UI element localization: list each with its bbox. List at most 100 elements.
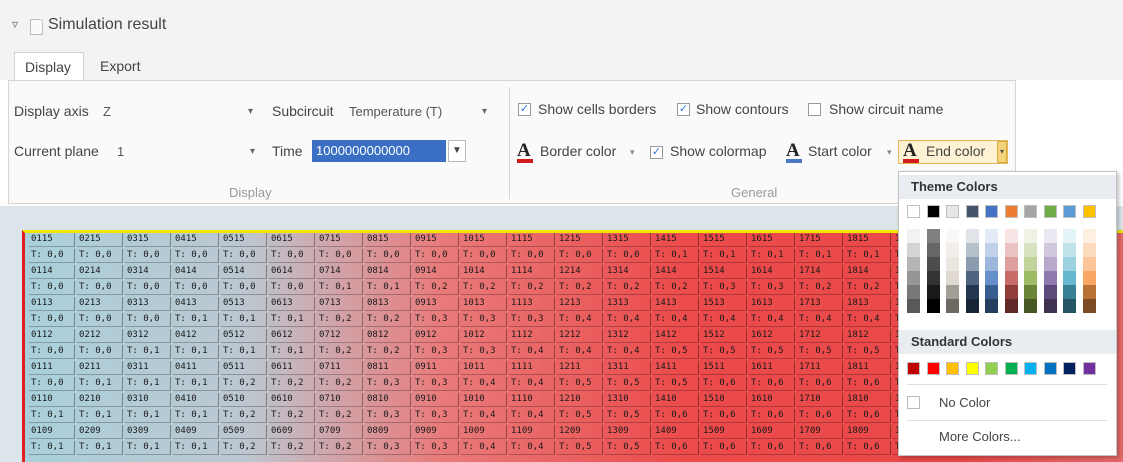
theme-shade-swatch[interactable]	[926, 271, 940, 285]
theme-shade-swatch[interactable]	[965, 243, 979, 257]
theme-shade-swatch[interactable]	[1063, 299, 1076, 313]
theme-shade-swatch[interactable]	[946, 257, 959, 271]
theme-shade-swatch[interactable]	[1082, 285, 1096, 299]
end-color-icon[interactable]: A	[903, 141, 919, 163]
standard-color-swatch[interactable]	[1004, 362, 1018, 375]
theme-color-swatch[interactable]	[946, 205, 959, 218]
theme-color-swatch[interactable]	[1024, 205, 1037, 218]
theme-shade-swatch[interactable]	[965, 229, 979, 243]
standard-color-swatch[interactable]	[946, 362, 959, 375]
border-color-button[interactable]: Border color	[540, 143, 616, 159]
theme-shade-swatch[interactable]	[985, 271, 998, 285]
tab-display[interactable]: Display	[14, 52, 84, 80]
theme-shade-swatch[interactable]	[1082, 243, 1096, 257]
display-axis-select[interactable]: Z ▾	[98, 101, 260, 123]
theme-shade-swatch[interactable]	[985, 299, 998, 313]
standard-color-swatch[interactable]	[1063, 362, 1076, 375]
theme-shade-swatch[interactable]	[1082, 299, 1096, 313]
theme-color-swatch[interactable]	[985, 205, 998, 218]
theme-shade-swatch[interactable]	[1024, 271, 1037, 285]
theme-shade-swatch[interactable]	[1043, 271, 1057, 285]
theme-color-swatch[interactable]	[1043, 205, 1057, 218]
theme-shade-swatch[interactable]	[1024, 299, 1037, 313]
theme-shade-swatch[interactable]	[1082, 271, 1096, 285]
theme-shade-swatch[interactable]	[1063, 243, 1076, 257]
theme-color-swatch[interactable]	[1063, 205, 1076, 218]
theme-shade-swatch[interactable]	[907, 299, 920, 313]
theme-shade-swatch[interactable]	[985, 285, 998, 299]
theme-shade-swatch[interactable]	[1024, 229, 1037, 243]
end-color-button[interactable]: End color	[926, 143, 985, 159]
end-color-dropdown[interactable]: ▾	[997, 141, 1007, 163]
time-dropdown-button[interactable]: ▼	[448, 140, 466, 162]
no-color-option[interactable]: No Color	[939, 395, 990, 410]
theme-shade-swatch[interactable]	[907, 229, 920, 243]
standard-color-swatch[interactable]	[1043, 362, 1057, 375]
theme-color-swatch[interactable]	[1004, 205, 1018, 218]
theme-shade-swatch[interactable]	[985, 229, 998, 243]
theme-shade-swatch[interactable]	[907, 271, 920, 285]
show-cells-borders-checkbox[interactable]: ✓	[518, 103, 531, 116]
theme-shade-swatch[interactable]	[1024, 257, 1037, 271]
theme-shade-swatch[interactable]	[965, 257, 979, 271]
standard-color-swatch[interactable]	[965, 362, 979, 375]
theme-shade-swatch[interactable]	[1004, 243, 1018, 257]
theme-color-swatch[interactable]	[907, 205, 920, 218]
theme-shade-swatch[interactable]	[907, 285, 920, 299]
theme-shade-swatch[interactable]	[907, 257, 920, 271]
theme-shade-swatch[interactable]	[965, 285, 979, 299]
show-colormap-checkbox[interactable]: ✓	[650, 146, 663, 159]
chevron-down-icon[interactable]: ▾	[887, 147, 892, 158]
theme-shade-swatch[interactable]	[1043, 229, 1057, 243]
theme-shade-swatch[interactable]	[965, 299, 979, 313]
theme-shade-swatch[interactable]	[907, 243, 920, 257]
tab-export[interactable]: Export	[90, 52, 160, 80]
border-color-icon[interactable]: A	[517, 141, 533, 163]
standard-color-swatch[interactable]	[1082, 362, 1096, 375]
theme-shade-swatch[interactable]	[926, 257, 940, 271]
theme-shade-swatch[interactable]	[985, 243, 998, 257]
theme-shade-swatch[interactable]	[1024, 285, 1037, 299]
theme-shade-swatch[interactable]	[1004, 229, 1018, 243]
theme-shade-swatch[interactable]	[1082, 257, 1096, 271]
show-contours-checkbox[interactable]: ✓	[677, 103, 690, 116]
show-circuit-name-checkbox[interactable]	[808, 103, 821, 116]
pin-icon[interactable]: ▿	[12, 17, 18, 31]
theme-shade-swatch[interactable]	[1004, 257, 1018, 271]
theme-color-swatch[interactable]	[926, 205, 940, 218]
more-colors-option[interactable]: More Colors...	[939, 429, 1021, 444]
standard-color-swatch[interactable]	[926, 362, 940, 375]
theme-shade-swatch[interactable]	[1004, 285, 1018, 299]
theme-shade-swatch[interactable]	[1024, 243, 1037, 257]
theme-shade-swatch[interactable]	[1043, 243, 1057, 257]
start-color-icon[interactable]: A	[786, 141, 802, 163]
theme-shade-swatch[interactable]	[1004, 271, 1018, 285]
theme-shade-swatch[interactable]	[1063, 271, 1076, 285]
theme-shade-swatch[interactable]	[926, 285, 940, 299]
theme-shade-swatch[interactable]	[946, 271, 959, 285]
chevron-down-icon[interactable]: ▾	[630, 147, 635, 158]
theme-shade-swatch[interactable]	[946, 243, 959, 257]
theme-color-swatch[interactable]	[965, 205, 979, 218]
theme-shade-swatch[interactable]	[1043, 257, 1057, 271]
theme-color-swatch[interactable]	[1082, 205, 1096, 218]
theme-shade-swatch[interactable]	[1082, 229, 1096, 243]
standard-color-swatch[interactable]	[1024, 362, 1037, 375]
theme-shade-swatch[interactable]	[1063, 257, 1076, 271]
subcircuit-select[interactable]: Temperature (T) ▾	[344, 101, 494, 123]
theme-shade-swatch[interactable]	[1043, 285, 1057, 299]
standard-color-swatch[interactable]	[907, 362, 920, 375]
theme-shade-swatch[interactable]	[1063, 285, 1076, 299]
theme-shade-swatch[interactable]	[985, 257, 998, 271]
theme-shade-swatch[interactable]	[926, 243, 940, 257]
theme-shade-swatch[interactable]	[1063, 229, 1076, 243]
theme-shade-swatch[interactable]	[926, 229, 940, 243]
current-plane-select[interactable]: 1 ▾	[112, 141, 262, 163]
theme-shade-swatch[interactable]	[1043, 299, 1057, 313]
start-color-button[interactable]: Start color	[808, 143, 872, 159]
standard-color-swatch[interactable]	[985, 362, 998, 375]
theme-shade-swatch[interactable]	[926, 299, 940, 313]
theme-shade-swatch[interactable]	[1004, 299, 1018, 313]
time-input[interactable]: 1000000000000	[312, 140, 446, 162]
theme-shade-swatch[interactable]	[946, 229, 959, 243]
